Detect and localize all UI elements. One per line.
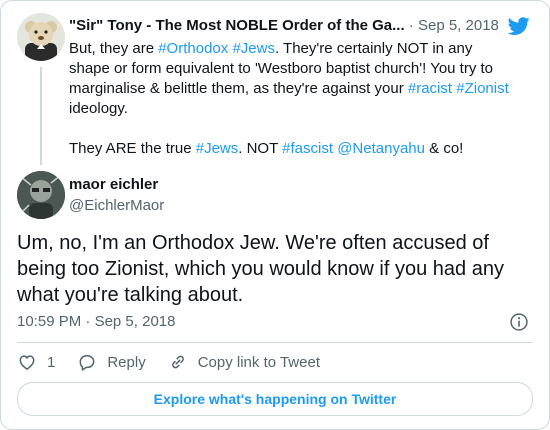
hashtag-link[interactable]: #Zionist — [456, 80, 509, 97]
divider — [17, 342, 533, 343]
like-count: 1 — [47, 353, 56, 371]
text-segment: ideology. — [69, 100, 128, 117]
tweet-date: Sep 5, 2018 — [94, 313, 176, 330]
link-icon — [171, 355, 184, 369]
author-name[interactable]: maor eichler — [69, 175, 158, 195]
hashtag-link[interactable]: #Jews — [232, 40, 275, 57]
parent-tweet-header: "Sir" Tony - The Most NOBLE Order of the… — [69, 16, 519, 36]
copy-link-label: Copy link to Tweet — [197, 353, 320, 371]
author-avatar[interactable] — [17, 171, 65, 219]
tweet-actions-bar: 1 Reply Copy link to Tweet — [17, 350, 342, 374]
parent-author-avatar[interactable] — [17, 13, 65, 61]
hashtag-link[interactable]: #racist — [408, 80, 452, 97]
author-handle[interactable]: @EichlerMaor — [69, 196, 164, 216]
explore-twitter-button[interactable]: Explore what's happening on Twitter — [17, 382, 533, 416]
text-segment: & co! — [424, 140, 464, 157]
tweet-embed-card: "Sir" Tony - The Most NOBLE Order of the… — [0, 0, 550, 430]
parent-author-name[interactable]: "Sir" Tony - The Most NOBLE Order of the… — [69, 17, 405, 34]
info-icon[interactable] — [509, 312, 529, 332]
parent-separator: · — [404, 17, 418, 34]
teddy-bear-avatar-image — [17, 13, 65, 61]
tweet-timestamp[interactable]: 10:59 PM · Sep 5, 2018 — [17, 312, 175, 332]
copy-link-button[interactable]: Copy link to Tweet — [168, 352, 320, 372]
tweet-meta-separator: · — [81, 313, 95, 330]
tweet-time: 10:59 PM — [17, 313, 82, 330]
profile-photo-image — [17, 171, 65, 219]
text-segment: They ARE the true — [69, 140, 196, 157]
reply-button[interactable]: Reply — [77, 352, 146, 372]
hashtag-link[interactable]: #fascist — [282, 140, 333, 157]
parent-tweet-date[interactable]: Sep 5, 2018 — [418, 17, 499, 34]
reply-bubble-icon — [79, 355, 95, 371]
mention-link[interactable]: @Netanyahu — [337, 140, 425, 157]
reply-label: Reply — [107, 353, 146, 371]
hashtag-link[interactable]: #Jews — [196, 140, 239, 157]
hashtag-link[interactable]: #Orthodox — [158, 40, 228, 57]
text-segment: But, they are — [69, 40, 159, 57]
tweet-text: Um, no, I'm an Orthodox Jew. We're often… — [17, 232, 504, 306]
parent-paragraph-1: But, they are #Orthodox #Jews. They're c… — [69, 39, 509, 119]
parent-paragraph-2: They ARE the true #Jews. NOT #fascist @N… — [69, 139, 509, 159]
text-segment: . NOT — [238, 140, 283, 157]
parent-tweet-text: But, they are #Orthodox #Jews. They're c… — [69, 39, 509, 159]
thread-connector-line — [40, 67, 42, 165]
heart-icon — [19, 355, 35, 370]
like-button[interactable]: 1 — [17, 352, 55, 372]
